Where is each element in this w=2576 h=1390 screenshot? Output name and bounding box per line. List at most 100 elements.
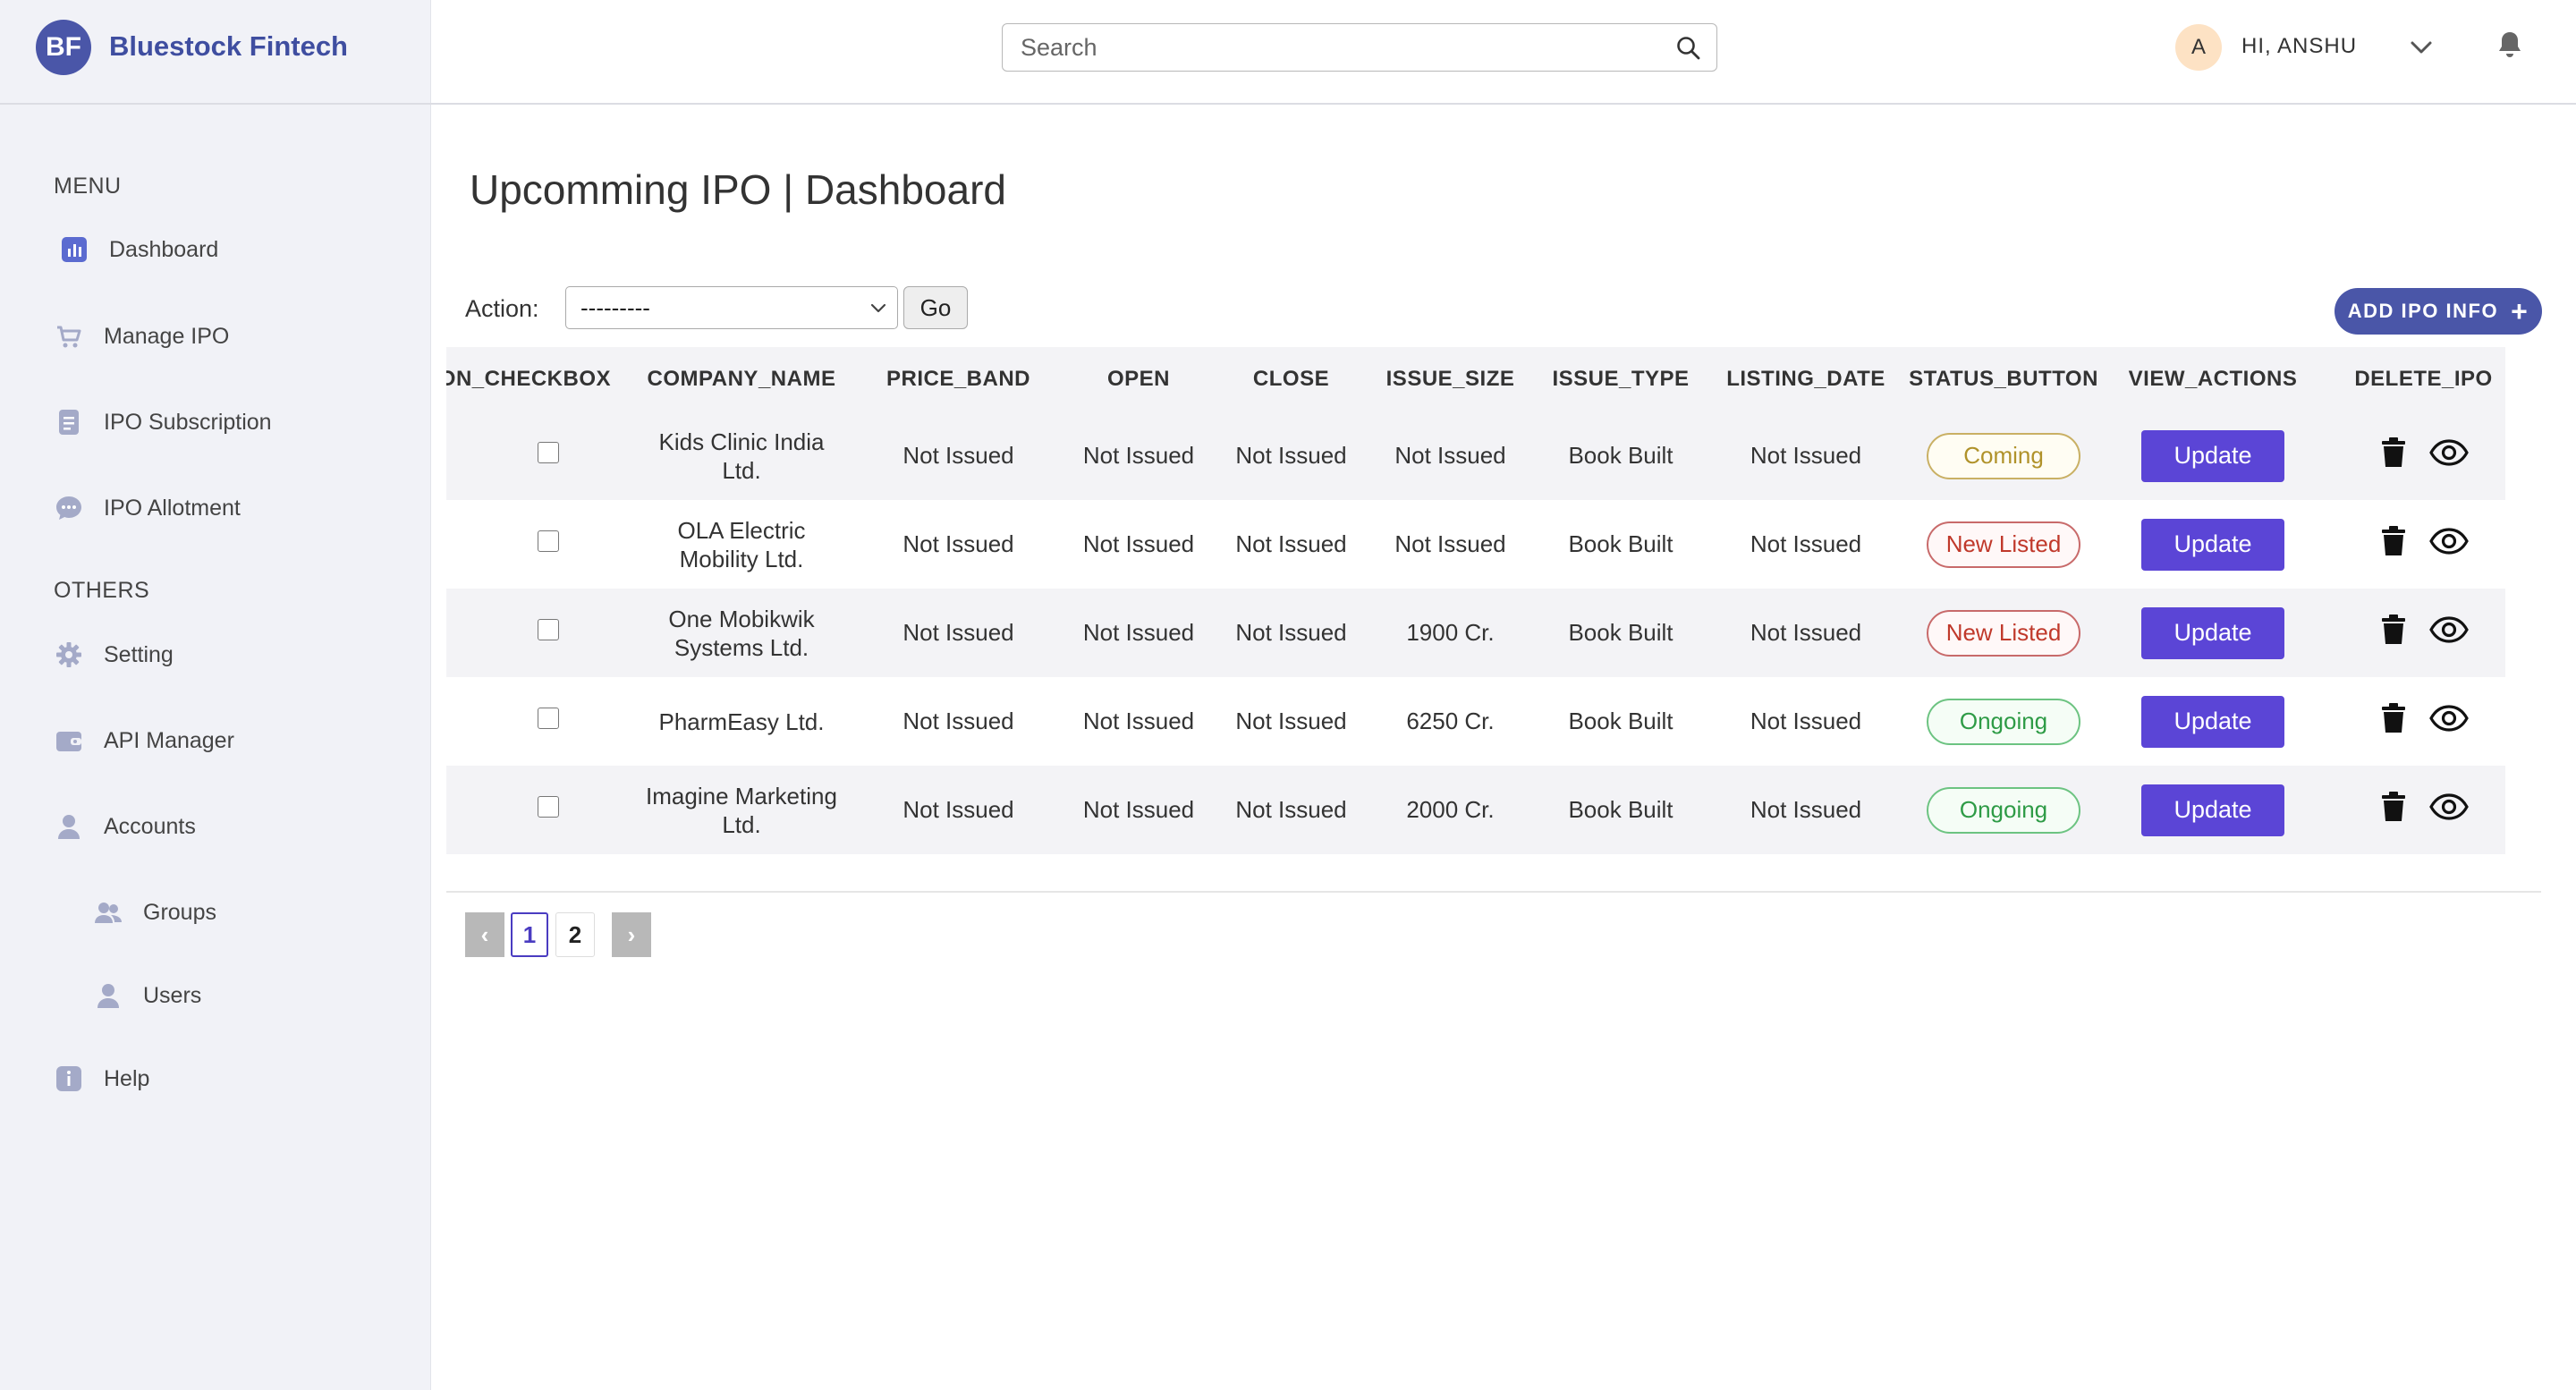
trash-icon[interactable] [2379, 702, 2408, 734]
column-header[interactable]: COMPANY_NAME [627, 347, 856, 411]
column-header[interactable]: CLOSE [1216, 347, 1366, 411]
go-button[interactable]: Go [903, 286, 968, 329]
sidebar-item-ipo-subscription[interactable]: IPO Subscription [54, 401, 272, 444]
issue-size: 2000 Cr. [1366, 766, 1535, 854]
price-band: Not Issued [856, 411, 1061, 500]
trash-icon[interactable] [2379, 791, 2408, 823]
page-title: Upcomming IPO | Dashboard [470, 166, 1006, 213]
listing-date: Not Issued [1707, 411, 1905, 500]
row-checkbox[interactable] [538, 530, 559, 552]
column-header[interactable]: ION_CHECKBOX [446, 347, 627, 411]
status-badge[interactable]: New Listed [1927, 521, 2080, 568]
brand-name[interactable]: Bluestock Fintech [109, 30, 348, 63]
column-header[interactable]: LISTING_DATE [1707, 347, 1905, 411]
user-icon [54, 811, 84, 842]
status-badge[interactable]: Ongoing [1927, 698, 2080, 745]
row-checkbox[interactable] [538, 442, 559, 463]
open-date: Not Issued [1061, 677, 1216, 766]
eye-icon[interactable] [2428, 438, 2469, 467]
column-header[interactable]: STATUS_BUTTON [1905, 347, 2102, 411]
chevron-down-icon[interactable] [2406, 32, 2436, 63]
column-header[interactable]: OPEN [1061, 347, 1216, 411]
action-label: Action: [465, 295, 539, 322]
sidebar-item-accounts[interactable]: Accounts [54, 805, 196, 848]
sidebar-item-label: Help [104, 1065, 150, 1091]
column-header[interactable]: ISSUE_SIZE [1366, 347, 1535, 411]
open-date: Not Issued [1061, 500, 1216, 589]
update-button[interactable]: Update [2141, 606, 2284, 659]
others-heading: OTHERS [54, 578, 150, 603]
sidebar-item-label: Accounts [104, 813, 196, 839]
search-input[interactable] [1021, 31, 1647, 64]
close-date: Not Issued [1216, 677, 1366, 766]
listing-date: Not Issued [1707, 589, 1905, 677]
pagination-next-button[interactable]: › [612, 912, 651, 957]
update-button[interactable]: Update [2141, 784, 2284, 836]
trash-icon[interactable] [2379, 614, 2408, 646]
sidebar-item-users[interactable]: Users [93, 974, 201, 1017]
price-band: Not Issued [856, 500, 1061, 589]
price-band: Not Issued [856, 766, 1061, 854]
status-badge[interactable]: Coming [1927, 432, 2080, 479]
ipo-table-container[interactable]: ION_CHECKBOX COMPANY_NAME PRICE_BAND OPE… [446, 347, 2505, 855]
issue-size: 6250 Cr. [1366, 677, 1535, 766]
gear-icon [54, 640, 84, 670]
sidebar-item-manage-ipo[interactable]: Manage IPO [54, 315, 229, 358]
info-icon [54, 1064, 84, 1094]
sidebar-item-dashboard[interactable]: Dashboard [59, 228, 218, 271]
status-badge[interactable]: Ongoing [1927, 786, 2080, 834]
update-button[interactable]: Update [2141, 429, 2284, 482]
action-select[interactable]: --------- [565, 286, 898, 329]
eye-icon[interactable] [2428, 615, 2469, 644]
trash-icon[interactable] [2379, 436, 2408, 469]
brand-logo[interactable]: BF [36, 20, 91, 75]
update-button[interactable]: Update [2141, 695, 2284, 748]
close-date: Not Issued [1216, 589, 1366, 677]
table-row: One Mobikwik Systems Ltd. Not Issued Not … [446, 589, 2505, 677]
action-select-value: --------- [580, 293, 650, 321]
company-name: Imagine Marketing Ltd. [627, 766, 856, 854]
listing-date: Not Issued [1707, 677, 1905, 766]
table-row: PharmEasy Ltd. Not Issued Not Issued Not… [446, 677, 2505, 766]
update-button[interactable]: Update [2141, 518, 2284, 571]
row-checkbox[interactable] [538, 708, 559, 729]
sidebar-item-groups[interactable]: Groups [93, 891, 216, 934]
open-date: Not Issued [1061, 589, 1216, 677]
add-ipo-info-button[interactable]: ADD IPO INFO + [2334, 288, 2542, 335]
sidebar-item-ipo-allotment[interactable]: IPO Allotment [54, 487, 241, 530]
user-greeting[interactable]: HI, ANSHU [2241, 34, 2357, 59]
status-badge[interactable]: New Listed [1927, 609, 2080, 657]
column-header[interactable]: PRICE_BAND [856, 347, 1061, 411]
chevron-down-icon [870, 303, 886, 313]
sidebar-item-help[interactable]: Help [54, 1057, 149, 1100]
eye-icon[interactable] [2428, 792, 2469, 821]
sidebar-item-setting[interactable]: Setting [54, 633, 174, 676]
trash-icon[interactable] [2379, 525, 2408, 557]
bell-icon[interactable] [2494, 29, 2526, 61]
pagination-page-2[interactable]: 2 [555, 912, 595, 957]
chat-bubble-icon [54, 493, 84, 523]
eye-icon[interactable] [2428, 704, 2469, 733]
issue-type: Book Built [1535, 411, 1707, 500]
column-header[interactable]: DELETE_IPO [2324, 347, 2505, 411]
table-row: Imagine Marketing Ltd. Not Issued Not Iss… [446, 766, 2505, 854]
search-icon[interactable] [1675, 35, 1702, 62]
column-header[interactable]: ISSUE_TYPE [1535, 347, 1707, 411]
sidebar-item-api-manager[interactable]: API Manager [54, 719, 234, 762]
row-checkbox[interactable] [538, 619, 559, 640]
sidebar-item-label: Manage IPO [104, 323, 230, 349]
sidebar-item-label: API Manager [104, 727, 234, 753]
eye-icon[interactable] [2428, 527, 2469, 555]
avatar[interactable]: A [2175, 24, 2222, 71]
issue-type: Book Built [1535, 677, 1707, 766]
ipo-table: ION_CHECKBOX COMPANY_NAME PRICE_BAND OPE… [446, 347, 2505, 854]
open-date: Not Issued [1061, 411, 1216, 500]
user-icon [93, 980, 123, 1011]
pagination-prev-button[interactable]: ‹ [465, 912, 504, 957]
column-header[interactable]: VIEW_ACTIONS [2102, 347, 2324, 411]
row-checkbox[interactable] [538, 796, 559, 818]
table-row: OLA Electric Mobility Ltd. Not Issued Not… [446, 500, 2505, 589]
close-date: Not Issued [1216, 766, 1366, 854]
divider [446, 891, 2541, 893]
pagination-page-1[interactable]: 1 [511, 912, 548, 957]
